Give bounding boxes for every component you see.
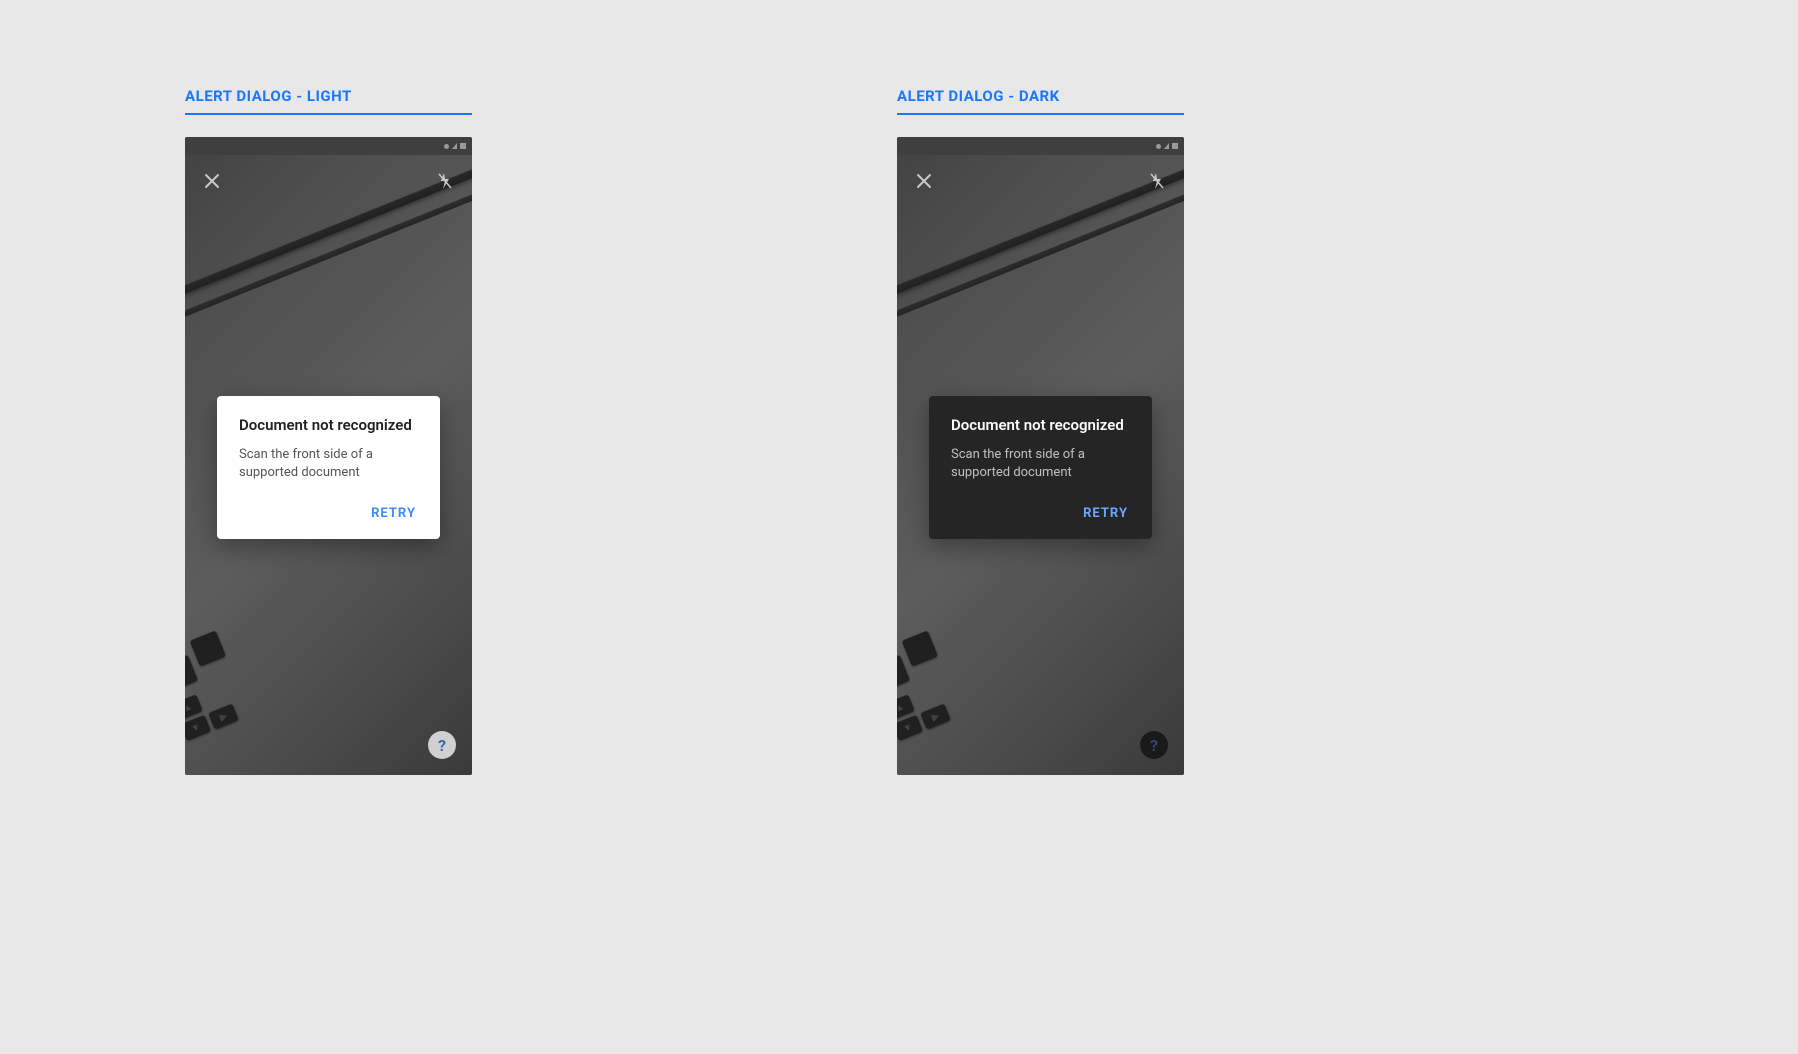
signal-icon	[1164, 143, 1169, 149]
close-icon[interactable]	[200, 169, 224, 193]
flash-off-icon-svg	[437, 172, 453, 190]
battery-icon	[1172, 143, 1178, 149]
close-icon[interactable]	[912, 169, 936, 193]
retry-button[interactable]: RETRY	[369, 502, 418, 525]
dialog-body: Scan the front side of a supported docum…	[239, 446, 418, 482]
dialog-actions: RETRY	[951, 502, 1130, 525]
dialog-actions: RETRY	[239, 502, 418, 525]
alert-dialog-light-section: ALERT DIALOG - LIGHT ⇧ ▲ ◀ ▼ ▶	[185, 87, 472, 775]
status-indicator-icon	[444, 144, 449, 149]
camera-top-actions	[912, 169, 1169, 193]
help-icon: ?	[438, 736, 446, 755]
help-button[interactable]: ?	[428, 731, 456, 759]
section-header-light: ALERT DIALOG - LIGHT	[185, 87, 472, 115]
phone-frame-light: ⇧ ▲ ◀ ▼ ▶ Document not r	[185, 137, 472, 775]
alert-dialog: Document not recognized Scan the front s…	[929, 396, 1152, 539]
phone-frame-dark: ⇧ ▲ ◀ ▼ ▶ Document not r	[897, 137, 1184, 775]
dialog-body: Scan the front side of a supported docum…	[951, 446, 1130, 482]
close-icon-svg	[916, 173, 932, 189]
status-bar	[185, 137, 472, 155]
close-icon-svg	[204, 173, 220, 189]
battery-icon	[460, 143, 466, 149]
flash-off-icon-svg	[1149, 172, 1165, 190]
status-indicator-icon	[1156, 144, 1161, 149]
flash-off-icon[interactable]	[1145, 169, 1169, 193]
retry-button[interactable]: RETRY	[1081, 502, 1130, 525]
alert-dialog-dark-section: ALERT DIALOG - DARK ⇧ ▲ ◀ ▼ ▶	[897, 87, 1184, 775]
dialog-title: Document not recognized	[239, 416, 418, 434]
signal-icon	[452, 143, 457, 149]
status-bar	[897, 137, 1184, 155]
flash-off-icon[interactable]	[433, 169, 457, 193]
camera-top-actions	[200, 169, 457, 193]
section-header-dark: ALERT DIALOG - DARK	[897, 87, 1184, 115]
help-button[interactable]: ?	[1140, 731, 1168, 759]
help-icon: ?	[1150, 736, 1158, 755]
dialog-title: Document not recognized	[951, 416, 1130, 434]
alert-dialog: Document not recognized Scan the front s…	[217, 396, 440, 539]
